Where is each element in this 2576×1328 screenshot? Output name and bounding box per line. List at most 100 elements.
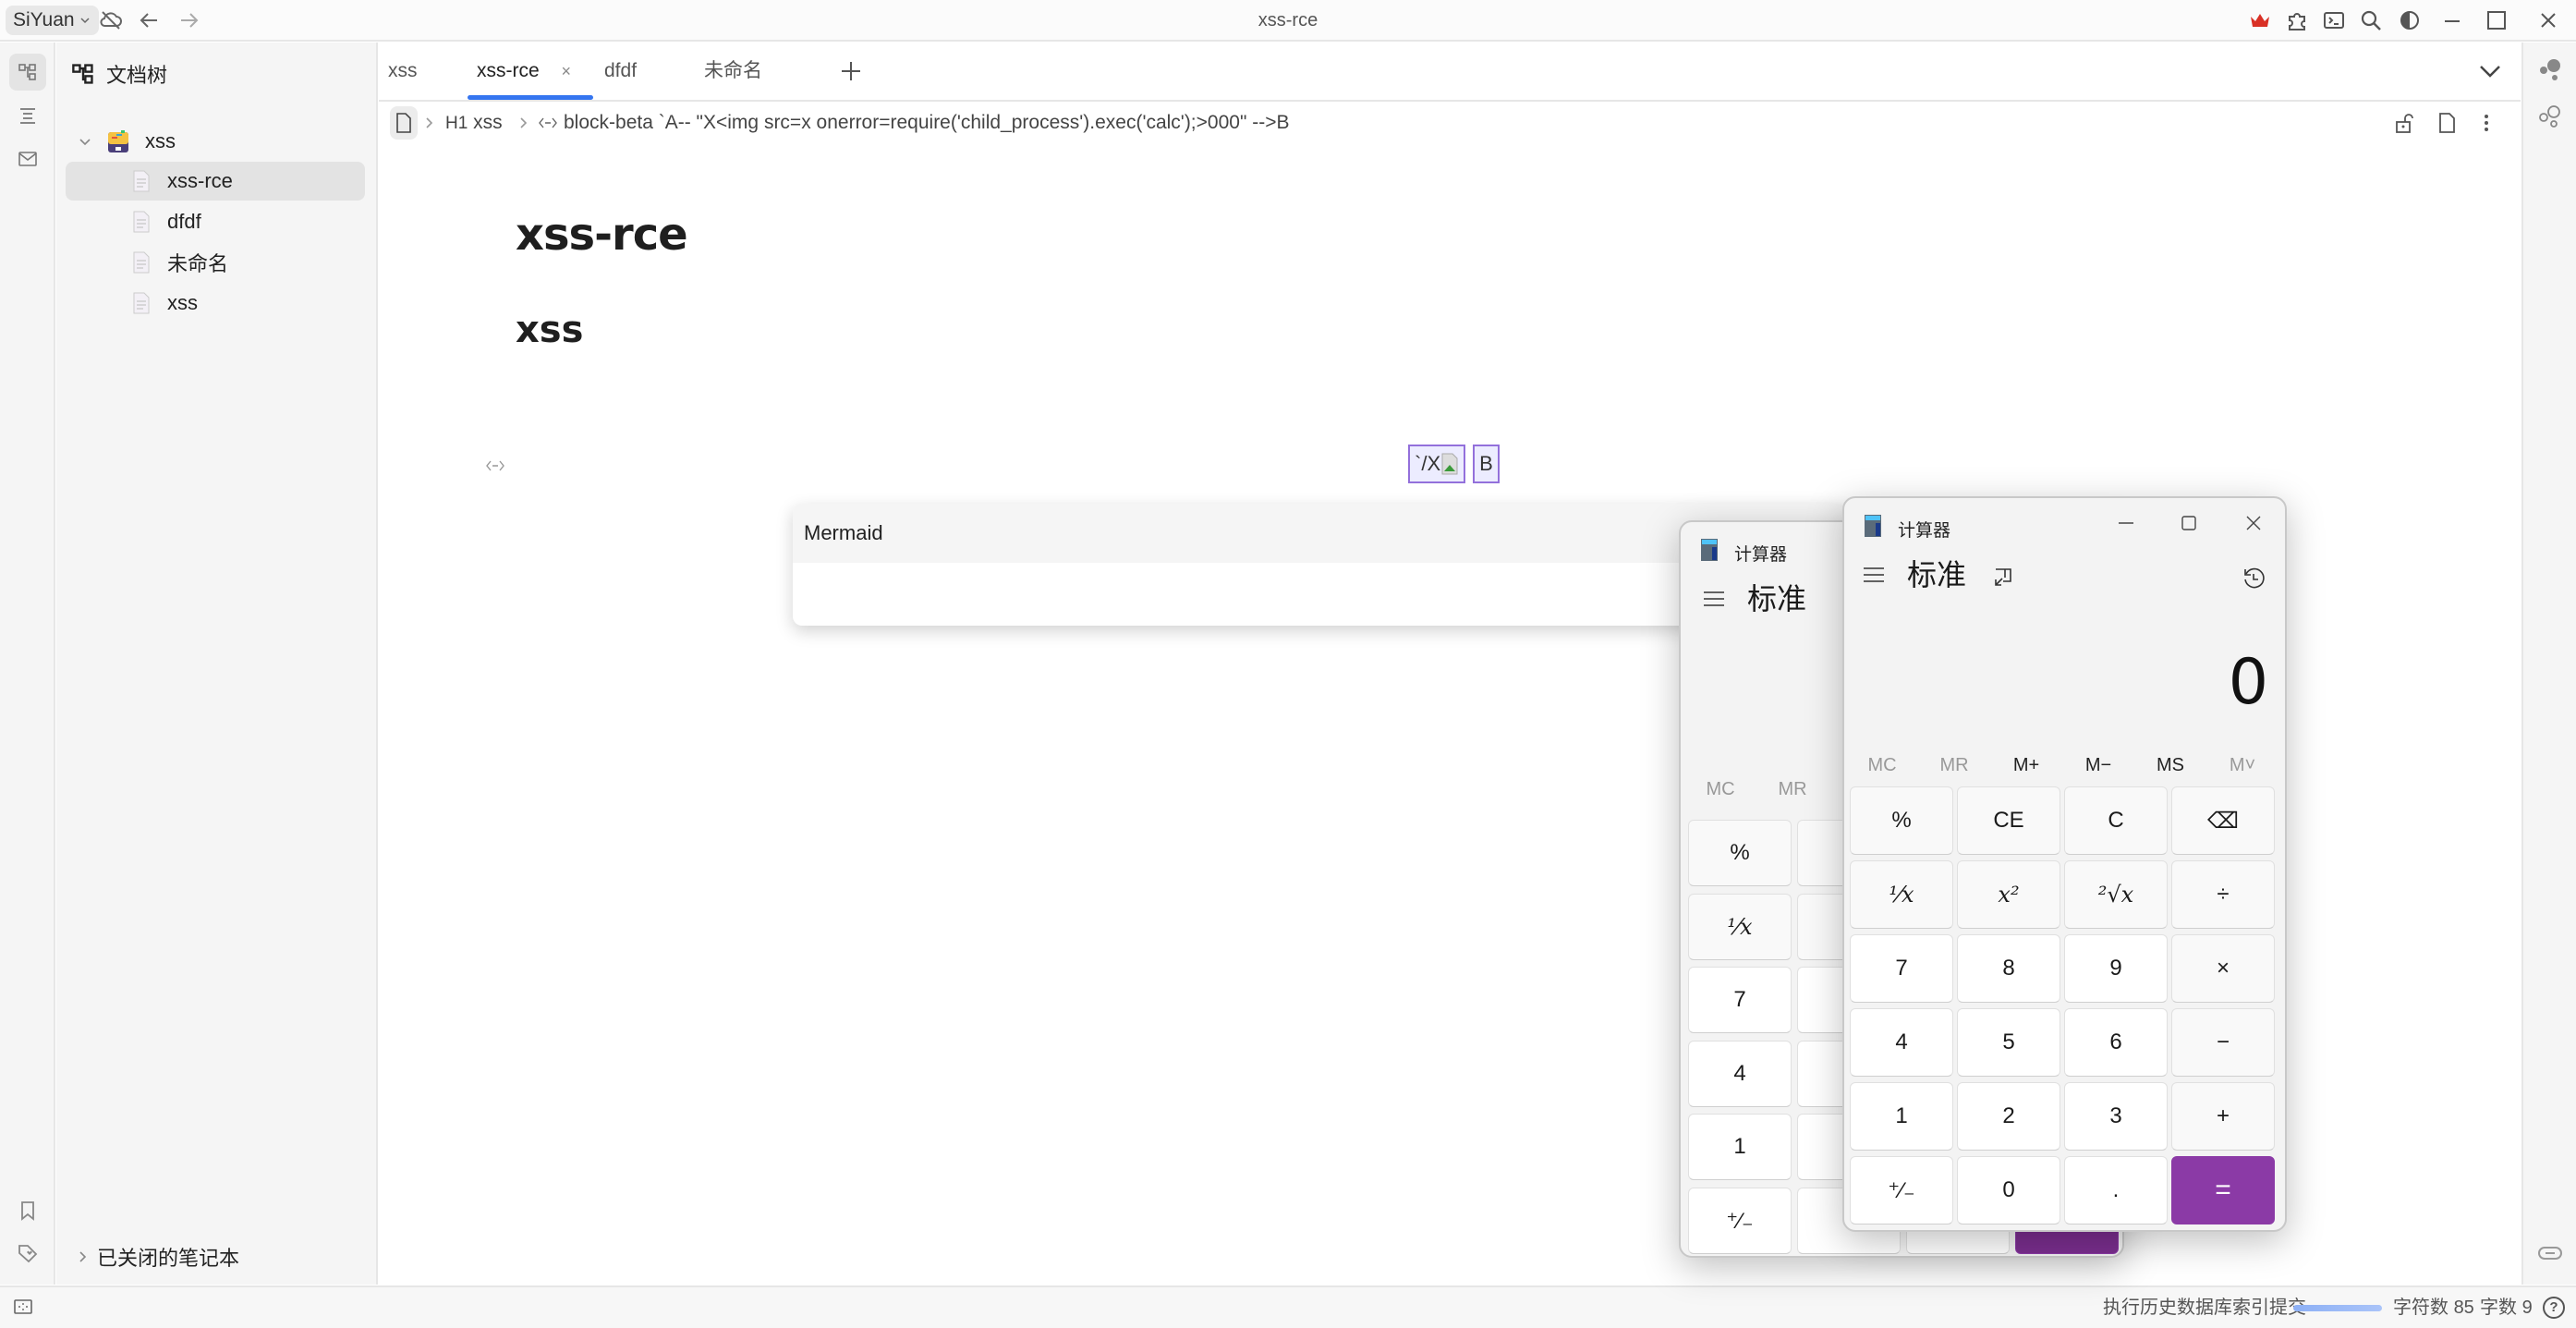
key-percent[interactable]: %	[1850, 786, 1953, 855]
char-count: 字符数 85	[2393, 1287, 2474, 1328]
key-subtract[interactable]: −	[2171, 1008, 2275, 1077]
node-label: `/X	[1415, 452, 1441, 475]
theme-mode-icon[interactable]	[2397, 7, 2423, 33]
global-graph-icon[interactable]	[2536, 104, 2564, 129]
help-icon[interactable]: ?	[2543, 1297, 2565, 1319]
document-title[interactable]: xss-rce	[516, 209, 688, 261]
doc-label: xss-rce	[167, 169, 233, 192]
tab-untitled[interactable]: 未命名	[704, 43, 806, 100]
chevron-right-icon	[520, 117, 528, 128]
key-add[interactable]: +	[2171, 1082, 2275, 1151]
bookmark-icon[interactable]	[9, 1192, 46, 1229]
inbox-mail-icon[interactable]	[9, 140, 46, 177]
graph-view-icon[interactable]	[2536, 57, 2564, 83]
terminal-icon[interactable]	[2321, 7, 2347, 33]
file-tree-panel: 文档树 xss xss-rce dfdf 未命名 xss 已关闭的笔记本	[56, 43, 378, 1285]
key-0[interactable]: 0	[1957, 1156, 2060, 1224]
key-7[interactable]: 7	[1850, 934, 1953, 1003]
workspace-menu-button[interactable]: SiYuan	[6, 6, 99, 35]
minimize-window-icon[interactable]	[2439, 7, 2465, 33]
document-icon[interactable]	[390, 106, 418, 140]
code-block-icon[interactable]	[484, 458, 506, 473]
notebook-name: xss	[145, 129, 176, 152]
crown-vip-icon[interactable]	[2247, 7, 2273, 33]
panel-title: 文档树	[106, 64, 168, 87]
back-arrow-icon[interactable]	[137, 7, 163, 33]
key-negate[interactable]: ⁺⁄₋	[1850, 1156, 1953, 1224]
word-count: 字数 9	[2480, 1287, 2533, 1328]
key-1[interactable]: 1	[1850, 1082, 1953, 1151]
closed-notebooks-toggle[interactable]: 已关闭的笔记本	[75, 1242, 239, 1272]
doc-row[interactable]: xss	[66, 284, 365, 323]
heading-1[interactable]: xss	[516, 309, 583, 351]
mermaid-diagram[interactable]: `/X B	[1408, 445, 1500, 483]
key-3[interactable]: 3	[2064, 1082, 2168, 1151]
memory-clear[interactable]: MC	[1684, 779, 1756, 800]
search-icon[interactable]	[2358, 7, 2384, 33]
tab-xss[interactable]: xss	[388, 43, 462, 100]
key-7[interactable]: 7	[1688, 967, 1792, 1033]
left-dock	[0, 43, 55, 1285]
unlock-icon[interactable]	[2393, 112, 2415, 134]
window-title: xss-rce	[1258, 10, 1318, 30]
notebook-row[interactable]: xss	[66, 122, 365, 161]
calculator-window[interactable]: 计算器 标准 0 MC MR M+ M− MS M˅ % CE C ⌫ ¹⁄x x² ²√x…	[1842, 496, 2287, 1232]
code-block-icon	[539, 117, 557, 128]
outline-icon[interactable]	[9, 98, 46, 135]
key-2[interactable]: 2	[1957, 1082, 2060, 1151]
key-percent[interactable]: %	[1688, 820, 1792, 886]
plugin-puzzle-icon[interactable]	[2284, 7, 2310, 33]
key-6[interactable]: 6	[2064, 1008, 2168, 1077]
key-9[interactable]: 9	[2064, 934, 2168, 1003]
close-window-icon[interactable]	[2535, 7, 2561, 33]
tab-close-icon[interactable]: ×	[562, 62, 572, 80]
forward-arrow-icon[interactable]	[176, 7, 201, 33]
key-square[interactable]: x²	[1957, 860, 2060, 929]
key-reciprocal[interactable]: ¹⁄x	[1850, 860, 1953, 929]
char-count-label: 字符数	[2393, 1298, 2448, 1318]
tag-icon[interactable]	[9, 1235, 46, 1272]
word-count-label: 字数	[2480, 1298, 2517, 1318]
key-4[interactable]: 4	[1850, 1008, 1953, 1077]
document-icon	[133, 292, 150, 314]
doc-row[interactable]: 未命名	[66, 243, 365, 282]
breadcrumb-block[interactable]: block-beta `A-- "X<img src=x onerror=req…	[564, 103, 1290, 143]
key-sqrt[interactable]: ²√x	[2064, 860, 2168, 929]
doc-row[interactable]: xss-rce	[66, 162, 365, 201]
key-multiply[interactable]: ×	[2171, 934, 2275, 1003]
chevron-down-icon[interactable]	[77, 133, 93, 150]
new-tab-plus-icon[interactable]	[839, 59, 863, 83]
tab-list-chevron-icon[interactable]	[2478, 61, 2502, 81]
key-divide[interactable]: ÷	[2171, 860, 2275, 929]
file-tree-icon[interactable]	[9, 54, 46, 91]
sync-off-icon[interactable]	[98, 7, 124, 33]
doc-row[interactable]: dfdf	[66, 202, 365, 241]
document-info-icon[interactable]	[2436, 112, 2458, 134]
hamburger-menu-icon[interactable]	[1703, 591, 1725, 607]
mermaid-code-textarea[interactable]: block-beta `A-- "X<img src=x onerror=req…	[804, 570, 1638, 626]
closed-notebooks-label: 已关闭的笔记本	[97, 1247, 240, 1270]
backlinks-icon[interactable]	[2536, 1244, 2564, 1262]
memory-recall[interactable]: MR	[1756, 779, 1829, 800]
key-ce[interactable]: CE	[1957, 786, 2060, 855]
key-negate[interactable]: ⁺⁄₋	[1688, 1188, 1792, 1254]
key-4[interactable]: 4	[1688, 1041, 1792, 1107]
key-equals[interactable]: =	[2171, 1156, 2275, 1224]
status-message: 执行历史数据库索引提交	[2103, 1298, 2306, 1318]
key-8[interactable]: 8	[1957, 934, 2060, 1003]
chevron-right-icon	[426, 117, 433, 128]
more-vertical-icon[interactable]	[2480, 112, 2493, 134]
focus-mode-icon[interactable]	[13, 1297, 33, 1317]
calculator-mode: 标准	[1747, 582, 1807, 615]
tab-xss-rce[interactable]: xss-rce ×	[468, 43, 593, 100]
breadcrumb-heading[interactable]: H1 xss	[445, 103, 503, 144]
key-1[interactable]: 1	[1688, 1114, 1792, 1180]
key-5[interactable]: 5	[1957, 1008, 2060, 1077]
key-backspace[interactable]: ⌫	[2171, 786, 2275, 855]
key-c[interactable]: C	[2064, 786, 2168, 855]
key-reciprocal[interactable]: ¹⁄x	[1688, 894, 1792, 960]
tab-dfdf[interactable]: dfdf	[604, 43, 687, 100]
key-decimal[interactable]: .	[2064, 1156, 2168, 1224]
mermaid-node-a: `/X	[1408, 445, 1466, 483]
maximize-window-icon[interactable]	[2484, 7, 2509, 33]
